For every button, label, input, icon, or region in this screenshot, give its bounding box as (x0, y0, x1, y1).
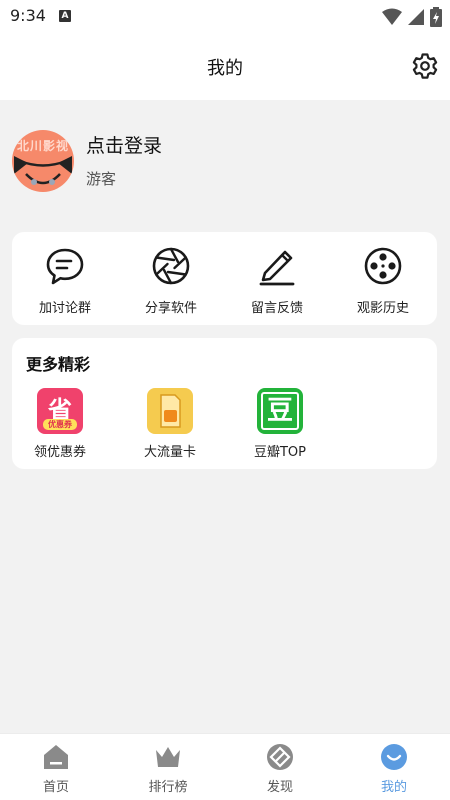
wifi-icon (381, 8, 402, 25)
battery-icon (430, 6, 442, 27)
status-bar: 9:34 A (0, 0, 450, 32)
app-label: 大流量卡 (143, 445, 196, 460)
page-title: 我的 (207, 58, 243, 79)
profile-section: 北川影视 点击登录 游客 (12, 128, 442, 192)
status-indicators (381, 6, 442, 27)
data-card-app-button[interactable]: 大流量卡 (122, 386, 218, 462)
pencil-icon (259, 250, 295, 286)
section-title: 更多精彩 (26, 355, 91, 374)
aperture-icon (152, 247, 190, 285)
tab-label: 排行榜 (148, 780, 188, 795)
tab-ranking[interactable]: 排行榜 (112, 734, 224, 800)
douban-icon-glyph: 豆 (261, 392, 299, 430)
action-label: 观影历史 (356, 301, 409, 316)
more-apps-card: 更多精彩 省 优惠券 领优惠券 大流量卡 豆 豆瓣TOP (12, 338, 437, 469)
bottom-tab-bar: 首页 排行榜 发现 我的 (0, 733, 450, 800)
user-role-label: 游客 (86, 170, 117, 188)
tab-mine[interactable]: 我的 (338, 734, 450, 800)
signal-icon (407, 8, 424, 25)
coupon-icon-subtext: 优惠券 (43, 419, 77, 430)
sim-card-glyph (160, 394, 181, 428)
film-reel-icon (364, 247, 402, 285)
tab-label: 首页 (42, 780, 69, 795)
smile-icon (381, 744, 407, 770)
chat-bubble-icon (46, 248, 84, 285)
notification-a-icon: A (59, 10, 71, 22)
tab-label: 发现 (266, 780, 293, 795)
page-header: 我的 (0, 32, 450, 100)
cat-face-icon (14, 156, 72, 185)
sim-card-icon (147, 388, 193, 434)
status-time: 9:34 (10, 6, 46, 25)
home-icon (44, 745, 68, 769)
action-label: 分享软件 (144, 301, 197, 316)
app-label: 豆瓣TOP (253, 445, 306, 460)
quick-actions-card: 加讨论群 分享软件 留言反馈 观影历史 (12, 232, 437, 325)
login-link[interactable]: 点击登录 (86, 131, 162, 158)
gear-icon[interactable] (411, 52, 439, 80)
compass-icon (267, 744, 293, 770)
app-label: 领优惠券 (33, 445, 86, 460)
tab-discover[interactable]: 发现 (224, 734, 336, 800)
crown-icon (156, 747, 180, 767)
feedback-button[interactable]: 留言反馈 (224, 232, 330, 325)
tab-home[interactable]: 首页 (0, 734, 112, 800)
coupon-icon: 省 优惠券 (37, 388, 83, 434)
join-group-button[interactable]: 加讨论群 (12, 232, 118, 325)
avatar[interactable]: 北川影视 (12, 130, 74, 192)
action-label: 加讨论群 (38, 301, 91, 316)
coupon-app-button[interactable]: 省 优惠券 领优惠券 (12, 386, 108, 462)
share-app-button[interactable]: 分享软件 (118, 232, 224, 325)
tab-label: 我的 (380, 780, 407, 795)
douban-icon: 豆 (257, 388, 303, 434)
douban-top-app-button[interactable]: 豆 豆瓣TOP (232, 386, 328, 462)
watch-history-button[interactable]: 观影历史 (330, 232, 436, 325)
action-label: 留言反馈 (250, 301, 303, 316)
